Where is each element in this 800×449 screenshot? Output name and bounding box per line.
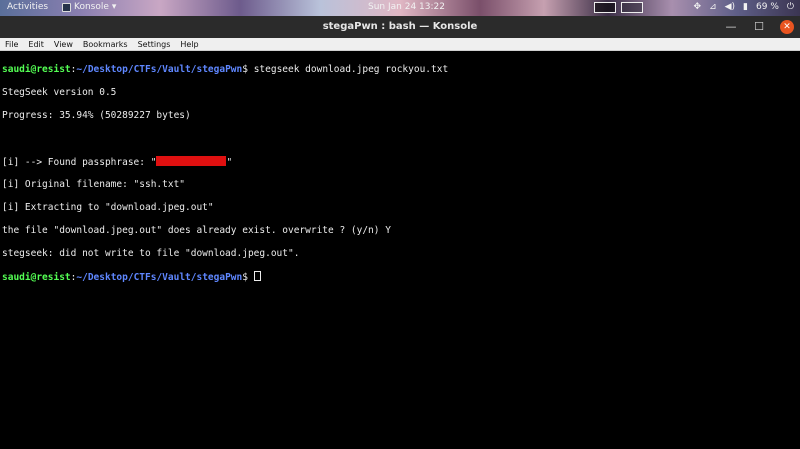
terminal-line: saudi@resist:~/Desktop/CTFs/Vault/stegaP…	[2, 64, 798, 76]
battery-icon: ▮	[743, 2, 748, 12]
minimize-icon[interactable]: —	[724, 20, 738, 34]
app-menu[interactable]: Konsole ▾	[62, 2, 116, 12]
window-thumbnail[interactable]	[594, 2, 616, 13]
text-cursor	[253, 270, 261, 281]
terminal-line: saudi@resist:~/Desktop/CTFs/Vault/stegaP…	[2, 270, 798, 283]
network-icon: ⊿	[709, 2, 717, 12]
maximize-icon[interactable]: ☐	[752, 20, 766, 34]
battery-percent: 69 %	[756, 2, 779, 12]
prompt-path: ~/Desktop/CTFs/Vault/stegaPwn	[76, 271, 243, 283]
menu-bookmarks[interactable]: Bookmarks	[78, 38, 133, 51]
volume-icon: ◀)	[724, 2, 736, 12]
window-thumbnail[interactable]	[621, 2, 643, 13]
prompt-path: ~/Desktop/CTFs/Vault/stegaPwn	[76, 63, 243, 75]
activities-button[interactable]: Activities	[7, 2, 48, 12]
close-icon[interactable]: ✕	[780, 20, 794, 34]
clock[interactable]: Sun Jan 24 13:22	[368, 2, 445, 12]
menu-view[interactable]: View	[49, 38, 78, 51]
dropdown-icon: ▾	[111, 2, 117, 12]
prompt-user: saudi@resist	[2, 63, 71, 75]
terminal-line: [i] Original filename: "ssh.txt"	[2, 178, 186, 190]
system-tray[interactable]: ✥ ⊿ ◀) ▮ 69 % ⏻	[694, 2, 794, 12]
power-icon: ⏻	[786, 2, 794, 12]
redaction-box	[156, 155, 227, 166]
menu-edit[interactable]: Edit	[23, 38, 49, 51]
command-text: stegseek download.jpeg rockyou.txt	[253, 63, 449, 75]
menu-file[interactable]: File	[0, 38, 23, 51]
window-controls: — ☐ ✕	[724, 20, 794, 34]
system-top-bar: Activities Konsole ▾ Sun Jan 24 13:22 ✥ …	[0, 0, 800, 16]
terminal-line: StegSeek version 0.5	[2, 86, 117, 98]
terminal-area[interactable]: saudi@resist:~/Desktop/CTFs/Vault/stegaP…	[0, 51, 800, 449]
window-title: stegaPwn : bash — Konsole	[322, 21, 478, 32]
menu-bar: File Edit View Bookmarks Settings Help	[0, 38, 800, 51]
app-icon	[62, 2, 71, 12]
window-titlebar[interactable]: stegaPwn : bash — Konsole — ☐ ✕	[0, 16, 800, 38]
terminal-line: Progress: 35.94% (50289227 bytes)	[2, 109, 191, 121]
menu-help[interactable]: Help	[175, 38, 203, 51]
app-name: Konsole	[74, 2, 109, 12]
found-suffix: "	[226, 156, 233, 168]
menu-settings[interactable]: Settings	[133, 38, 176, 51]
terminal-line: the file "download.jpeg.out" does alread…	[2, 224, 391, 236]
terminal-line: [i] --> Found passphrase: " "	[2, 155, 798, 168]
prompt-user: saudi@resist	[2, 271, 71, 283]
prompt-symbol: $	[242, 63, 254, 75]
terminal-line: stegseek: did not write to file "downloa…	[2, 247, 300, 259]
settings-icon: ✥	[693, 2, 702, 12]
prompt-symbol: $	[242, 271, 254, 283]
found-prefix: [i] --> Found passphrase: "	[2, 156, 157, 168]
terminal-line: [i] Extracting to "download.jpeg.out"	[2, 201, 214, 213]
